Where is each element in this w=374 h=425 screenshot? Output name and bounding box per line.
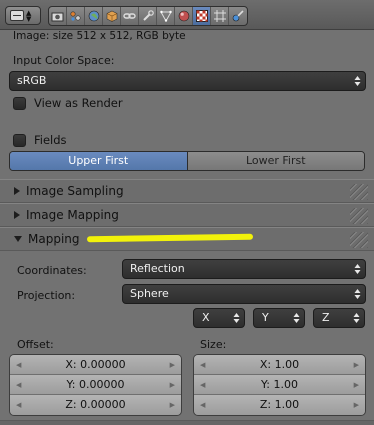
scene-icon[interactable] (67, 7, 85, 25)
image-info-text: Image: size 512 x 512, RGB byte (13, 30, 186, 42)
coordinates-label: Coordinates: (17, 264, 87, 277)
size-z-value: Z: 1.00 (259, 398, 300, 411)
texture-icon[interactable] (193, 7, 211, 25)
decrement-arrow-icon[interactable]: ◀ (200, 395, 205, 415)
up-down-arrows-icon (353, 313, 360, 323)
projection-dropdown[interactable]: Sphere (122, 284, 366, 304)
collapsed-triangle-icon (14, 187, 20, 195)
size-y-value: Y: 1.00 (261, 378, 298, 391)
up-down-arrows-icon: ▲ ▼ (26, 8, 32, 23)
offset-x-value: X: 0.00000 (65, 358, 126, 371)
fields-row[interactable]: Fields (13, 133, 67, 147)
view-as-render-label: View as Render (34, 96, 123, 110)
axis-y-value: Y (262, 311, 269, 324)
increment-arrow-icon[interactable]: ▶ (170, 395, 175, 415)
increment-arrow-icon[interactable]: ▶ (354, 375, 359, 395)
drag-grip-icon[interactable] (350, 184, 368, 200)
expanded-triangle-icon (14, 236, 22, 242)
size-x-value: X: 1.00 (259, 358, 300, 371)
decrement-arrow-icon[interactable]: ◀ (16, 375, 21, 395)
increment-arrow-icon[interactable]: ▶ (170, 355, 175, 375)
collapsed-triangle-icon (14, 211, 20, 219)
decrement-arrow-icon[interactable]: ◀ (200, 375, 205, 395)
up-down-arrows-icon (233, 313, 240, 323)
offset-x-field[interactable]: ◀ X: 0.00000 ▶ (10, 355, 181, 375)
size-x-field[interactable]: ◀ X: 1.00 ▶ (194, 355, 365, 375)
up-down-arrows-icon (293, 313, 300, 323)
particles-icon[interactable] (211, 7, 229, 25)
up-down-arrows-icon (354, 264, 361, 274)
axis-y-dropdown[interactable]: Y (253, 308, 305, 328)
coordinates-dropdown[interactable]: Reflection (122, 259, 366, 279)
size-y-field[interactable]: ◀ Y: 1.00 ▶ (194, 375, 365, 395)
fields-label: Fields (34, 133, 67, 147)
constraint-icon[interactable] (121, 7, 139, 25)
axis-z-value: Z (322, 311, 330, 324)
offset-y-field[interactable]: ◀ Y: 0.00000 ▶ (10, 375, 181, 395)
image-sampling-label: Image Sampling (26, 184, 124, 198)
offset-label: Offset: (17, 338, 54, 351)
size-fields: ◀ X: 1.00 ▶ ◀ Y: 1.00 ▶ ◀ Z: 1.00 ▶ (193, 354, 366, 416)
view-as-render-row[interactable]: View as Render (13, 96, 123, 110)
projection-value: Sphere (130, 287, 169, 300)
lower-first-button[interactable]: Lower First (187, 152, 364, 170)
mapping-label: Mapping (28, 232, 80, 246)
decrement-arrow-icon[interactable]: ◀ (16, 355, 21, 375)
color-space-value: sRGB (17, 74, 47, 87)
decrement-arrow-icon[interactable]: ◀ (16, 395, 21, 415)
increment-arrow-icon[interactable]: ▶ (170, 375, 175, 395)
upper-first-button[interactable]: Upper First (10, 152, 188, 170)
projection-label: Projection: (17, 289, 76, 302)
color-space-label: Input Color Space: (13, 54, 115, 67)
up-down-arrows-icon (354, 76, 361, 86)
offset-y-value: Y: 0.00000 (66, 378, 125, 391)
offset-fields: ◀ X: 0.00000 ▶ ◀ Y: 0.00000 ▶ ◀ Z: 0.000… (9, 354, 182, 416)
material-icon[interactable] (175, 7, 193, 25)
axis-z-dropdown[interactable]: Z (313, 308, 365, 328)
offset-z-value: Z: 0.00000 (65, 398, 126, 411)
offset-z-field[interactable]: ◀ Z: 0.00000 ▶ (10, 395, 181, 415)
view-as-render-checkbox[interactable] (13, 96, 26, 110)
coordinates-value: Reflection (130, 262, 185, 275)
up-down-arrows-icon (354, 289, 361, 299)
physics-icon[interactable] (229, 7, 247, 25)
modifier-icon[interactable] (139, 7, 157, 25)
size-z-field[interactable]: ◀ Z: 1.00 ▶ (194, 395, 365, 415)
field-order-toggle: Upper First Lower First (9, 151, 365, 171)
panel-bottom-divider (0, 420, 374, 425)
render-icon[interactable] (49, 7, 67, 25)
context-tabs (48, 6, 248, 26)
editor-type-selector[interactable]: ▲ ▼ (5, 6, 41, 25)
world-icon[interactable] (85, 7, 103, 25)
drag-grip-icon[interactable] (350, 208, 368, 224)
properties-header: ▲ ▼ (0, 0, 374, 30)
fields-checkbox[interactable] (13, 133, 26, 147)
increment-arrow-icon[interactable]: ▶ (354, 395, 359, 415)
data-icon[interactable] (157, 7, 175, 25)
drag-grip-icon[interactable] (350, 232, 368, 248)
increment-arrow-icon[interactable]: ▶ (354, 355, 359, 375)
image-sampling-panel-header[interactable]: Image Sampling (0, 179, 374, 203)
color-space-dropdown[interactable]: sRGB (9, 71, 366, 91)
image-mapping-label: Image Mapping (26, 208, 119, 222)
size-label: Size: (200, 338, 227, 351)
object-icon[interactable] (103, 7, 121, 25)
properties-editor-icon (10, 10, 24, 21)
image-mapping-panel-header[interactable]: Image Mapping (0, 203, 374, 227)
axis-x-dropdown[interactable]: X (193, 308, 245, 328)
axis-x-value: X (202, 311, 210, 324)
decrement-arrow-icon[interactable]: ◀ (200, 355, 205, 375)
